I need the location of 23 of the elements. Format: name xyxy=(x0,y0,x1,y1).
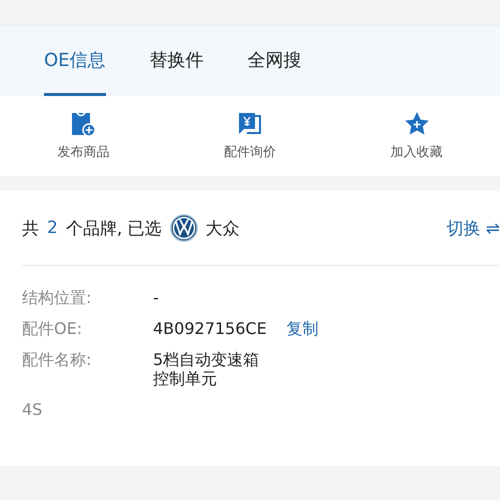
field-label: 配件OE: xyxy=(22,319,84,338)
field-label: 结构位置: xyxy=(22,288,92,307)
brand-name: 大众 xyxy=(206,218,240,240)
copy-link[interactable]: 复制 xyxy=(286,319,319,338)
field-value: 控制单元 xyxy=(153,369,218,388)
field-value: 4B0927156CE xyxy=(153,319,267,338)
field-value: 5档自动变速箱 xyxy=(153,350,260,369)
tab[interactable]: 全网搜 xyxy=(248,26,302,96)
bag-plus-icon xyxy=(70,111,96,137)
brand-text: 共 xyxy=(22,218,39,240)
tab[interactable]: 替换件 xyxy=(150,26,204,96)
price-chat-icon xyxy=(236,111,263,137)
brand-logo-icon xyxy=(170,214,198,242)
action-label[interactable]: 发布商品 xyxy=(57,143,110,161)
action-label[interactable]: 配件询价 xyxy=(224,143,276,161)
field-label: 4S xyxy=(22,400,44,419)
field-value: - xyxy=(153,288,159,307)
star-plus-icon xyxy=(404,111,430,137)
action-label[interactable]: 加入收藏 xyxy=(390,143,443,161)
field-label: 配件名称: xyxy=(22,350,92,371)
brand-text: 个品牌, 已选 xyxy=(66,218,162,240)
switch-link[interactable]: 切换 ⇌ xyxy=(446,216,500,240)
brand-count: 2 xyxy=(47,218,58,238)
